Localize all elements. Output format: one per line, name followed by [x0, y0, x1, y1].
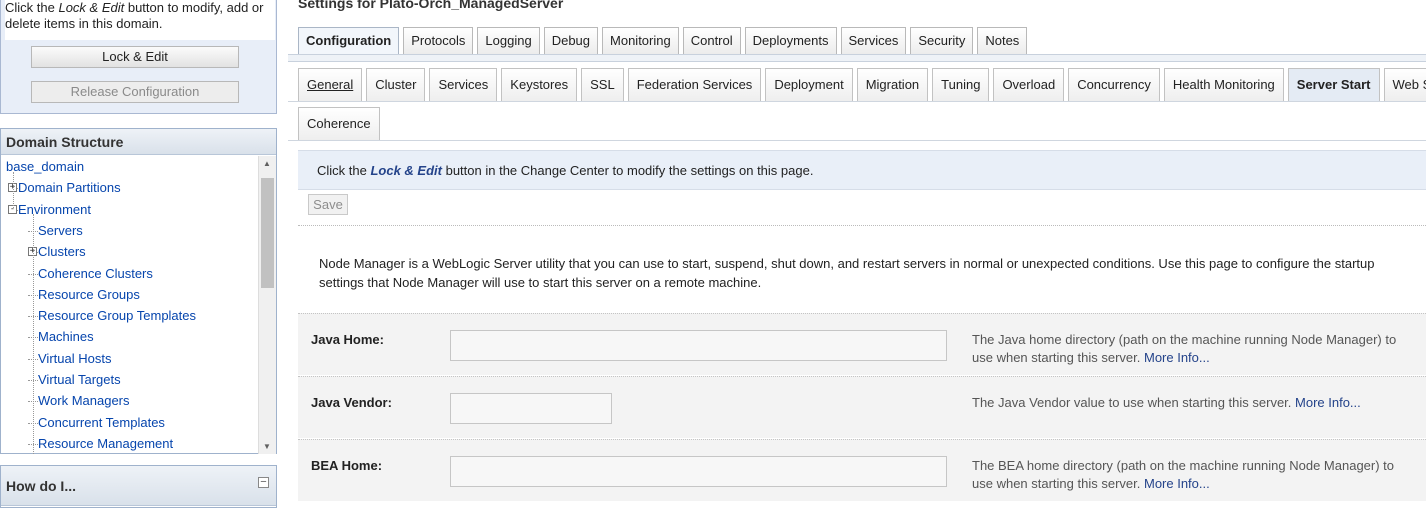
lock-edit-button[interactable]: Lock & Edit	[31, 46, 239, 68]
form-row: Java Home: The Java home directory (path …	[298, 313, 1426, 375]
field-label: Java Vendor:	[311, 395, 392, 410]
tree-item-servers[interactable]: Servers	[38, 220, 83, 241]
java-home-field[interactable]	[450, 330, 947, 361]
tree-guide	[13, 172, 14, 208]
cc-msg-prefix: Click the	[5, 0, 59, 15]
field-help: The BEA home directory (path on the mach…	[972, 457, 1412, 493]
tree-item-machines[interactable]: Machines	[38, 326, 94, 347]
release-configuration-button[interactable]: Release Configuration	[31, 81, 239, 103]
tree-scrollbar[interactable]: ▲ ▼	[258, 156, 276, 454]
tab-web-services[interactable]: Web Services	[1383, 68, 1426, 101]
sub-tab-divider	[288, 101, 1426, 102]
domain-tree: base_domain + Domain Partitions - Environmen…	[1, 156, 260, 454]
tab-tuning[interactable]: Tuning	[932, 68, 990, 101]
tree-item-base-domain[interactable]: base_domain	[6, 156, 84, 177]
cc-msg-emph: Lock & Edit	[58, 0, 125, 15]
info-prefix: Click the	[317, 163, 371, 178]
tree-item-domain-partitions[interactable]: Domain Partitions	[18, 177, 121, 198]
tree-item-concurrent-templates[interactable]: Concurrent Templates	[38, 412, 165, 433]
tree-item-environment[interactable]: Environment	[18, 199, 91, 220]
main-content: Settings for Plato-Orch_ManagedServer Co…	[288, 0, 1426, 508]
sub-tabs-row2: Coherence	[298, 107, 380, 140]
bea-home-field[interactable]	[450, 456, 947, 487]
collapse-icon[interactable]: −	[258, 477, 269, 488]
tab-concurrency[interactable]: Concurrency	[1068, 68, 1160, 101]
scroll-up-icon[interactable]: ▲	[263, 159, 271, 168]
info-message: Click the Lock & Edit button in the Chan…	[298, 150, 1426, 190]
tree-guide	[33, 214, 34, 454]
tree-item-clusters[interactable]: Clusters	[38, 241, 86, 262]
tree-item-coherence-clusters[interactable]: Coherence Clusters	[38, 263, 153, 284]
how-do-i-panel: How do I... −	[0, 465, 277, 508]
tab-health-monitoring[interactable]: Health Monitoring	[1163, 68, 1284, 101]
tree-item-virtual-targets[interactable]: Virtual Targets	[38, 369, 121, 390]
top-tabs: Configuration Protocols Logging Debug Monito…	[298, 27, 1028, 54]
more-info-link[interactable]: More Info...	[1295, 395, 1361, 410]
tab-protocols[interactable]: Protocols	[403, 27, 474, 54]
tab-ssl[interactable]: SSL	[581, 68, 624, 101]
field-label: BEA Home:	[311, 458, 383, 473]
scroll-down-icon[interactable]: ▼	[263, 442, 271, 451]
tab-logging[interactable]: Logging	[477, 27, 540, 54]
tab-control[interactable]: Control	[682, 27, 741, 54]
field-help: The Java Vendor value to use when starti…	[972, 394, 1412, 412]
tree-item-resource-groups[interactable]: Resource Groups	[38, 284, 140, 305]
form-row: BEA Home: The BEA home directory (path on…	[298, 439, 1426, 501]
tree-item-resource-management[interactable]: Resource Management	[38, 433, 173, 454]
save-divider	[298, 225, 1426, 226]
tab-general[interactable]: General	[298, 68, 363, 101]
tab-deployment[interactable]: Deployment	[765, 68, 853, 101]
field-help-text: The Java Vendor value to use when starti…	[972, 395, 1296, 410]
page-title: Settings for Plato-Orch_ManagedServer	[298, 0, 564, 11]
save-button[interactable]: Save	[308, 194, 348, 215]
sub-tabs-row1: General Cluster Services Keystores SSL Federa…	[298, 68, 1426, 101]
domain-structure-panel: Domain Structure base_domain + Domain Part…	[0, 128, 277, 454]
tree-item-resource-group-templates[interactable]: Resource Group Templates	[38, 305, 196, 326]
page-description: Node Manager is a WebLogic Server utilit…	[319, 256, 1375, 290]
tab-server-start[interactable]: Server Start	[1287, 68, 1380, 101]
more-info-link[interactable]: More Info...	[1144, 476, 1210, 491]
tab-overload[interactable]: Overload	[993, 68, 1065, 101]
left-panel: Click the Lock & Edit button to modify, …	[0, 0, 278, 508]
tab-coherence[interactable]: Coherence	[298, 107, 380, 140]
tab-strip	[288, 54, 1426, 62]
tree-scroll-thumb[interactable]	[261, 178, 274, 288]
tab-security[interactable]: Security	[910, 27, 974, 54]
tab-debug[interactable]: Debug	[543, 27, 599, 54]
sub-tab-divider-2	[288, 140, 1426, 141]
change-center-message: Click the Lock & Edit button to modify, …	[5, 0, 275, 40]
how-do-i-title: How do I...	[1, 466, 276, 506]
java-vendor-field[interactable]	[450, 393, 612, 424]
tab-services[interactable]: Services	[840, 27, 907, 54]
more-info-link[interactable]: More Info...	[1144, 350, 1210, 365]
field-label: Java Home:	[311, 332, 384, 347]
info-suffix: button in the Change Center to modify th…	[441, 163, 814, 178]
tree-item-work-managers[interactable]: Work Managers	[38, 390, 130, 411]
tree-item-virtual-hosts[interactable]: Virtual Hosts	[38, 348, 111, 369]
tab-configuration[interactable]: Configuration	[298, 27, 400, 54]
tab-notes[interactable]: Notes	[977, 27, 1028, 54]
tab-keystores[interactable]: Keystores	[501, 68, 578, 101]
tab-monitoring[interactable]: Monitoring	[602, 27, 679, 54]
domain-structure-title: Domain Structure	[1, 129, 276, 155]
change-center: Click the Lock & Edit button to modify, …	[0, 0, 277, 114]
tab-cluster[interactable]: Cluster	[366, 68, 426, 101]
field-help: The Java home directory (path on the mac…	[972, 331, 1412, 367]
form-row: Java Vendor: The Java Vendor value to use…	[298, 376, 1426, 438]
tab-federation-services[interactable]: Federation Services	[627, 68, 762, 101]
info-emph: Lock & Edit	[370, 163, 442, 178]
tab-deployments[interactable]: Deployments	[744, 27, 837, 54]
tab-migration[interactable]: Migration	[856, 68, 929, 101]
tab-services[interactable]: Services	[429, 68, 498, 101]
